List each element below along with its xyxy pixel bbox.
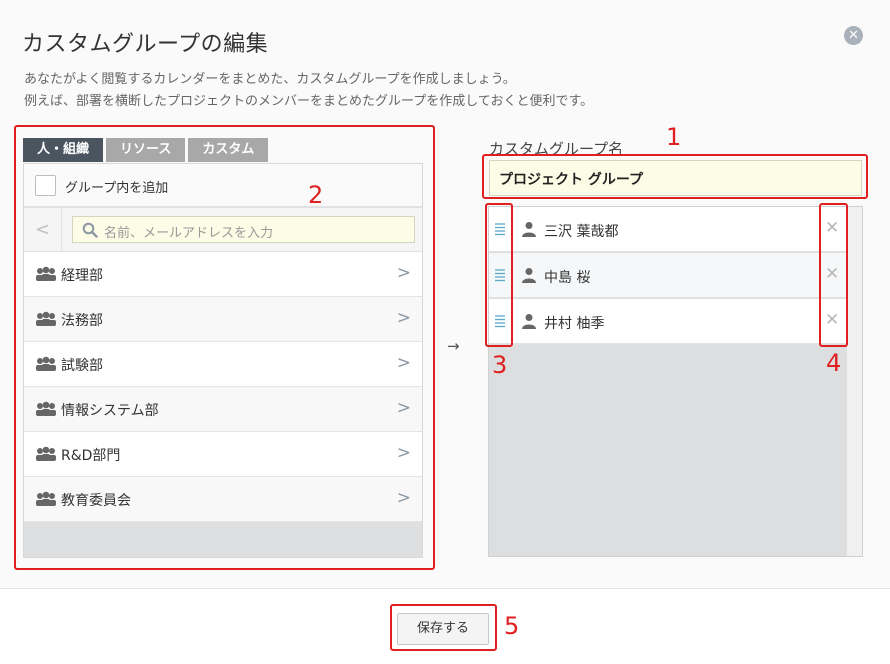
group-icon: [36, 401, 56, 416]
arrow-right-icon: →: [447, 337, 460, 355]
org-item-label: 法務部: [61, 313, 103, 329]
person-icon: [522, 222, 536, 237]
annotation-box-drag-handles: [485, 203, 513, 347]
tab-people-org[interactable]: 人・組織: [23, 138, 104, 162]
chevron-right-icon[interactable]: >: [397, 488, 411, 508]
save-button[interactable]: 保存する: [397, 613, 489, 645]
org-item-accounting[interactable]: 経理部 >: [24, 252, 422, 297]
add-in-group-checkbox[interactable]: [35, 175, 56, 196]
scrollbar[interactable]: [846, 207, 862, 556]
org-item-education[interactable]: 教育委員会 >: [24, 477, 422, 522]
search-placeholder: 名前、メールアドレスを入力: [104, 226, 274, 241]
member-item[interactable]: 井村 柚季 ✕: [489, 299, 846, 344]
group-icon: [36, 266, 56, 281]
dialog-title: カスタムグループの編集: [22, 32, 269, 57]
custom-group-dialog: カスタムグループの編集 ✕ あなたがよく閲覧するカレンダーをまとめた、カスタムグ…: [0, 0, 890, 664]
tab-custom[interactable]: カスタム: [188, 138, 269, 162]
org-item-label: 試験部: [61, 358, 103, 374]
org-item-label: 経理部: [61, 268, 103, 284]
annotation-number-4: 4: [826, 349, 842, 377]
description-line: あなたがよく閲覧するカレンダーをまとめた、カスタムグループを作成しましょう。: [24, 72, 516, 87]
org-list: 経理部 > 法務部 > 試験部 > 情報システム部 > R&D部門 > 教育委員…: [24, 252, 422, 522]
org-item-testing[interactable]: 試験部 >: [24, 342, 422, 387]
annotation-number-3: 3: [492, 351, 508, 379]
group-name-input[interactable]: プロジェクト グループ: [489, 160, 862, 196]
org-item-info-systems[interactable]: 情報システム部 >: [24, 387, 422, 432]
add-in-group-label: グループ内を追加: [65, 181, 169, 196]
group-name-value: プロジェクト グループ: [499, 172, 644, 188]
description-line: 例えば、部署を横断したプロジェクトのメンバーをまとめたグループを作成しておくと便…: [24, 94, 594, 109]
dialog-description: あなたがよく閲覧するカレンダーをまとめた、カスタムグループを作成しましょう。 例…: [24, 69, 593, 113]
annotation-number-5: 5: [504, 612, 520, 640]
org-item-label: R&D部門: [61, 448, 121, 464]
member-item[interactable]: 三沢 葉哉都 ✕: [489, 207, 846, 252]
tab-bar: 人・組織 リソース カスタム: [23, 138, 269, 162]
org-item-rnd[interactable]: R&D部門 >: [24, 432, 422, 477]
chevron-right-icon[interactable]: >: [397, 353, 411, 373]
group-icon: [36, 446, 56, 461]
member-name: 三沢 葉哉都: [544, 224, 619, 240]
chevron-right-icon[interactable]: >: [397, 263, 411, 283]
org-item-label: 教育委員会: [61, 493, 131, 509]
back-icon[interactable]: <: [24, 208, 62, 251]
group-icon: [36, 491, 56, 506]
member-name: 井村 柚季: [544, 316, 605, 332]
chevron-right-icon[interactable]: >: [397, 398, 411, 418]
person-icon: [522, 314, 536, 329]
add-in-group-row[interactable]: グループ内を追加: [24, 164, 422, 207]
annotation-number-1: 1: [666, 123, 682, 151]
annotation-number-2: 2: [308, 181, 324, 209]
tab-resources[interactable]: リソース: [106, 138, 186, 162]
search-icon: [82, 222, 98, 238]
member-item[interactable]: 中島 桜 ✕: [489, 253, 846, 298]
search-row: < 名前、メールアドレスを入力: [24, 208, 422, 252]
person-icon: [522, 268, 536, 283]
annotation-box-remove-buttons: [819, 203, 848, 347]
org-item-legal[interactable]: 法務部 >: [24, 297, 422, 342]
member-list: 三沢 葉哉都 ✕ 中島 桜 ✕ 井村 柚季 ✕: [488, 206, 863, 557]
search-input[interactable]: 名前、メールアドレスを入力: [72, 216, 415, 243]
chevron-right-icon[interactable]: >: [397, 443, 411, 463]
close-icon[interactable]: ✕: [844, 26, 863, 45]
selection-list-body: グループ内を追加 < 名前、メールアドレスを入力 経理部 > 法務部 > 試験部…: [23, 163, 423, 558]
member-name: 中島 桜: [544, 270, 591, 286]
selection-panel: 人・組織 リソース カスタム グループ内を追加 < 名前、メールアドレスを入力: [23, 138, 423, 558]
org-item-label: 情報システム部: [61, 403, 159, 419]
group-icon: [36, 356, 56, 371]
group-icon: [36, 311, 56, 326]
chevron-right-icon[interactable]: >: [397, 308, 411, 328]
